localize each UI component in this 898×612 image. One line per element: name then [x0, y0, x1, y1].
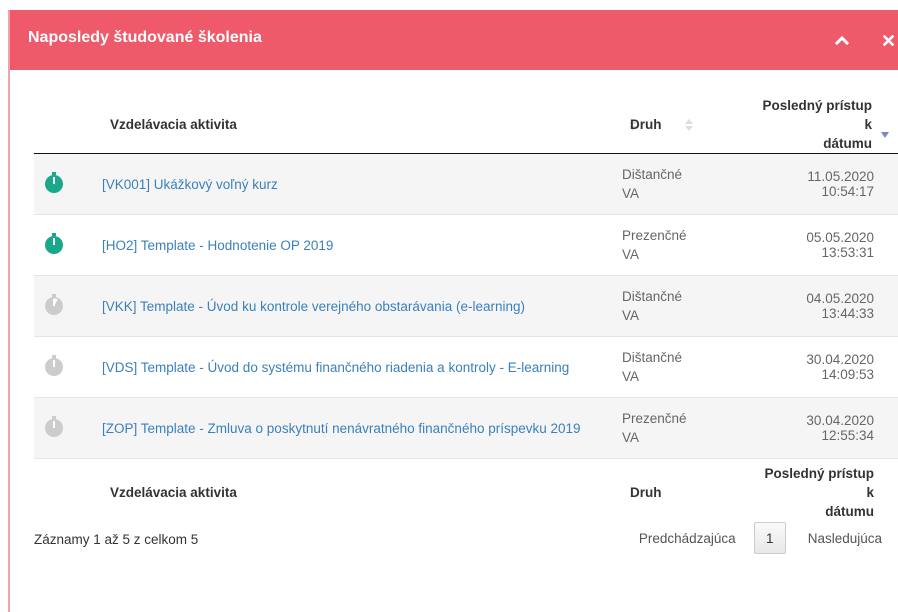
previous-page-button[interactable]: Predchádzajúca [639, 531, 736, 546]
table-footer-row: Vzdelávacia aktivita Druh Posledný príst… [34, 458, 898, 525]
stopwatch-done-icon [44, 171, 64, 197]
activity-cell: [VKK] Template - Úvod ku kontrole verejn… [102, 275, 606, 337]
type-line1: Prezenčné [622, 411, 687, 426]
sort-desc-icon [880, 130, 890, 144]
type-cell: Dištančné VA [606, 275, 756, 337]
type-line1: Dištančné [622, 289, 683, 304]
date-cell: 05.05.2020 13:53:31 [756, 214, 898, 276]
status-cell [34, 397, 102, 459]
activity-column-footer: Vzdelávacia aktivita [102, 458, 606, 525]
last-access-footer-line1: Posledný prístup k [764, 465, 874, 500]
table-row: [VDS] Template - Úvod do systému finančn… [34, 336, 898, 398]
close-icon [882, 34, 894, 46]
last-access-header-line1: Posledný prístup k [762, 98, 872, 132]
activity-link[interactable]: [HO2] Template - Hodnotenie OP 2019 [102, 236, 606, 255]
date-cell: 04.05.2020 13:44:33 [756, 275, 898, 337]
trainings-table: Vzdelávacia aktivita Druh Posledný príst… [34, 96, 898, 525]
stopwatch-pending-icon [44, 293, 64, 319]
last-access-column-header[interactable]: Posledný prístup k dátumu [756, 96, 898, 154]
table-header-row: Vzdelávacia aktivita Druh Posledný príst… [34, 96, 898, 154]
type-header-label: Druh [630, 117, 662, 132]
type-cell: Dištančné VA [606, 153, 756, 215]
type-column-header[interactable]: Druh [606, 96, 756, 154]
status-column-footer [34, 458, 102, 525]
type-line2: VA [622, 186, 640, 201]
type-line2: VA [622, 247, 640, 262]
next-page-button[interactable]: Nasledujúca [808, 531, 882, 546]
table-row: [VKK] Template - Úvod ku kontrole verejn… [34, 275, 898, 337]
type-cell: Prezenčné VA [606, 214, 756, 276]
type-line1: Prezenčné [622, 228, 687, 243]
type-line2: VA [622, 308, 640, 323]
date-cell: 11.05.2020 10:54:17 [756, 153, 898, 215]
activity-cell: [VDS] Template - Úvod do systému finančn… [102, 336, 606, 398]
date-cell: 30.04.2020 12:55:34 [756, 397, 898, 459]
table-row: [ZOP] Template - Zmluva o poskytnutí nen… [34, 397, 898, 459]
table-body: [VK001] Ukážkový voľný kurz Dištančné VA … [34, 153, 898, 459]
status-cell [34, 214, 102, 276]
type-column-footer: Druh [606, 458, 756, 525]
status-cell [34, 336, 102, 398]
activity-cell: [ZOP] Template - Zmluva o poskytnutí nen… [102, 397, 606, 459]
activity-link[interactable]: [ZOP] Template - Zmluva o poskytnutí nen… [102, 419, 606, 438]
last-access-header-line2: dátumu [823, 136, 872, 151]
date-cell: 30.04.2020 14:09:53 [756, 336, 898, 398]
records-info: Záznamy 1 až 5 z celkom 5 [34, 532, 199, 547]
status-cell [34, 275, 102, 337]
stopwatch-pending-icon [44, 415, 64, 441]
last-access-footer-line2: dátumu [825, 503, 874, 519]
activity-link[interactable]: [VK001] Ukážkový voľný kurz [102, 175, 606, 194]
type-line2: VA [622, 369, 640, 384]
page-1-button[interactable]: 1 [753, 522, 786, 554]
type-line1: Dištančné [622, 350, 683, 365]
status-cell [34, 153, 102, 215]
activity-column-header[interactable]: Vzdelávacia aktivita [102, 96, 637, 154]
panel-header: Naposledy študované školenia [10, 10, 898, 70]
chevron-up-icon [835, 35, 849, 45]
stopwatch-done-icon [44, 232, 64, 258]
status-column-header [34, 96, 102, 154]
activity-link[interactable]: [VKK] Template - Úvod ku kontrole verejn… [102, 297, 606, 316]
type-line1: Dištančné [622, 167, 683, 182]
table-row: [HO2] Template - Hodnotenie OP 2019 Prez… [34, 214, 898, 276]
type-line2: VA [622, 430, 640, 445]
activity-header-label: Vzdelávacia aktivita [110, 117, 237, 132]
type-cell: Dištančné VA [606, 336, 756, 398]
activity-cell: [VK001] Ukážkový voľný kurz [102, 153, 606, 215]
activity-link[interactable]: [VDS] Template - Úvod do systému finančn… [102, 358, 606, 377]
type-cell: Prezenčné VA [606, 397, 756, 459]
panel-title: Naposledy študované školenia [28, 29, 262, 46]
stopwatch-pending-icon [44, 354, 64, 380]
close-button[interactable] [878, 28, 898, 52]
collapse-button[interactable] [830, 28, 854, 52]
last-access-column-footer: Posledný prístup k dátumu [756, 458, 898, 525]
sort-both-icon [684, 118, 694, 132]
pagination: Predchádzajúca 1 Nasledujúca [639, 522, 882, 554]
table-row: [VK001] Ukážkový voľný kurz Dištančné VA … [34, 153, 898, 215]
recent-trainings-panel: Naposledy študované školenia Vzdelávacia… [8, 10, 898, 612]
activity-cell: [HO2] Template - Hodnotenie OP 2019 [102, 214, 606, 276]
